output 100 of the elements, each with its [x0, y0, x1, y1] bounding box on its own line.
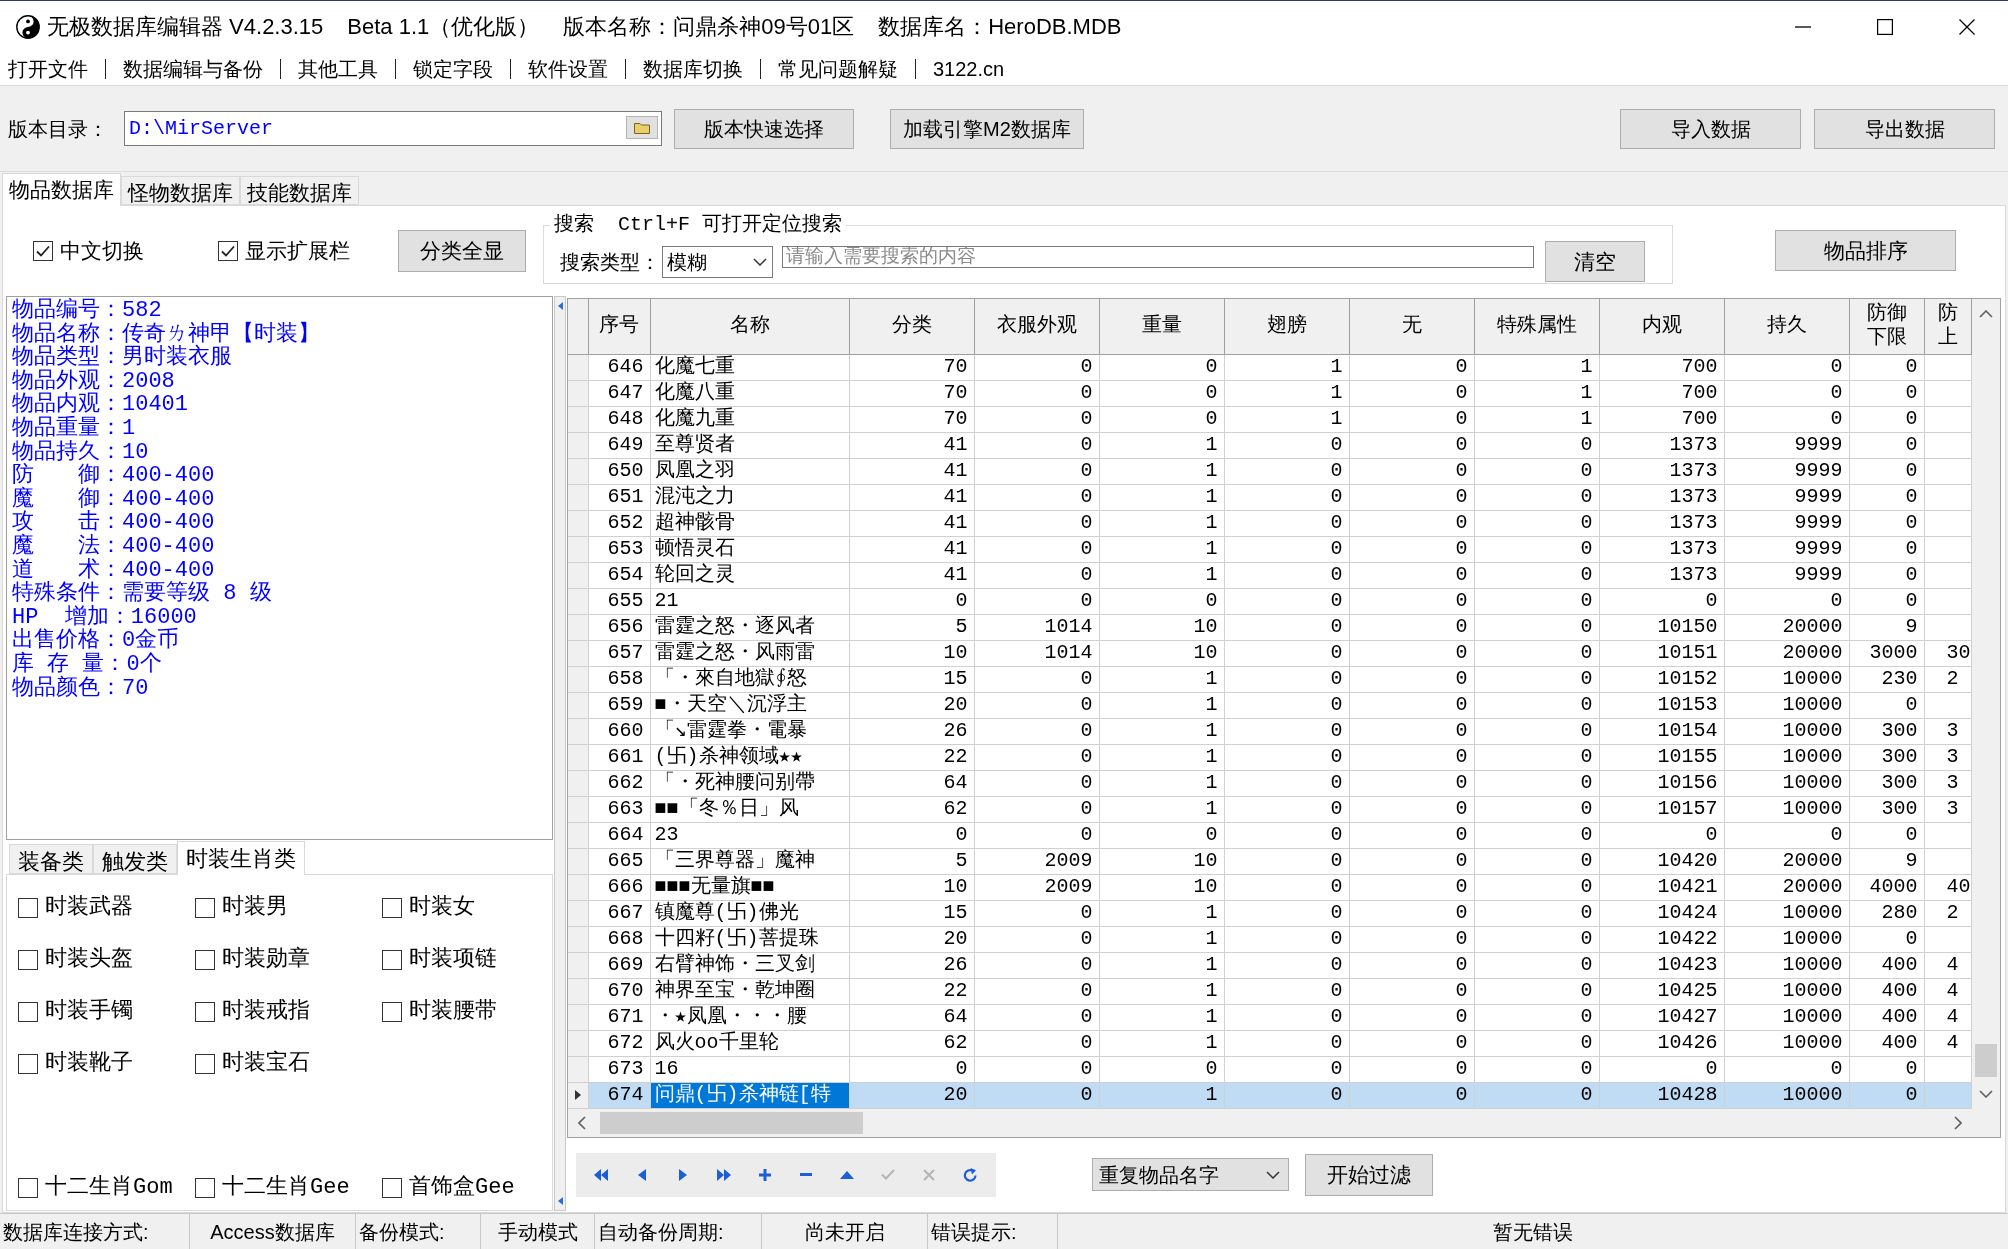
- column-header[interactable]: 特殊属性: [1474, 299, 1599, 354]
- button[interactable]: 加载引擎M2数据库: [890, 108, 1084, 149]
- left-arrow-icon[interactable]: [637, 1168, 646, 1181]
- table-row[interactable]: 646 化魔七重 70 0 0 1 0 1 700 0 0: [568, 354, 1972, 380]
- scrollbar-thumb[interactable]: [1975, 1044, 1997, 1077]
- double-right-arrow-icon[interactable]: [716, 1168, 731, 1181]
- plus-icon[interactable]: [758, 1168, 771, 1181]
- table-row[interactable]: 649 至尊贤者 41 0 1 0 0 0 1373 9999 0: [568, 432, 1972, 458]
- checkbox[interactable]: 时装女: [382, 891, 475, 924]
- column-header[interactable]: 翅膀: [1224, 299, 1349, 354]
- menu-item[interactable]: 常见问题解疑: [778, 53, 898, 84]
- checkbox[interactable]: 时装武器: [18, 891, 133, 924]
- column-header[interactable]: 防御下限: [1849, 299, 1924, 354]
- checkbox[interactable]: 时装项链: [382, 943, 497, 976]
- column-header[interactable]: 衣服外观: [974, 299, 1099, 354]
- browse-button[interactable]: [626, 116, 658, 139]
- table-row[interactable]: 660 「↘雷霆拳・電暴 26 0 1 0 0 0 10154 10000 300 3: [568, 718, 1972, 744]
- column-header[interactable]: 序号: [588, 299, 650, 354]
- button[interactable]: 导入数据: [1620, 108, 1801, 149]
- search-type-dropdown[interactable]: 模糊: [662, 245, 773, 278]
- scrollbar-thumb[interactable]: [600, 1112, 863, 1134]
- path-field[interactable]: D:\MirServer: [124, 111, 662, 146]
- table-row[interactable]: 648 化魔九重 70 0 0 1 0 1 700 0 0: [568, 406, 1972, 432]
- close-icon[interactable]: [1959, 18, 1975, 35]
- left-chevron-icon[interactable]: [578, 1116, 586, 1130]
- tab[interactable]: 技能数据库: [240, 176, 359, 205]
- column-header[interactable]: 持久: [1724, 299, 1849, 354]
- table-row[interactable]: 663 ■■「冬％日」风 62 0 1 0 0 0 10157 10000 300 3: [568, 796, 1972, 822]
- table-row[interactable]: 667 镇魔尊(卐)佛光 15 0 1 0 0 0 10424 10000 280 2: [568, 900, 1972, 926]
- tab[interactable]: 怪物数据库: [121, 176, 240, 205]
- menu-item[interactable]: 软件设置: [528, 53, 608, 84]
- double-left-arrow-icon[interactable]: [593, 1168, 608, 1181]
- button[interactable]: 导出数据: [1814, 108, 1995, 149]
- table-row[interactable]: 664 23 0 0 0 0 0 0 0 0 0: [568, 822, 1972, 848]
- column-header[interactable]: 名称: [650, 299, 849, 354]
- table-row[interactable]: 668 十四籽(卐)菩提珠 20 0 1 0 0 0 10422 10000 0: [568, 926, 1972, 952]
- table-row[interactable]: 670 神界至宝・乾坤圈 22 0 1 0 0 0 10425 10000 400 4: [568, 978, 1972, 1004]
- button[interactable]: 物品排序: [1775, 230, 1956, 271]
- checkbox[interactable]: 中文切换: [33, 234, 144, 267]
- menu-item[interactable]: 数据库切换: [643, 53, 743, 84]
- table-row[interactable]: 657 雷霆之怒・风雨雷 10 1014 10 0 0 0 10151 20000 3000 30: [568, 640, 1972, 666]
- table-row[interactable]: 658 「・來自地獄∮怒 15 0 1 0 0 0 10152 10000 230 2: [568, 666, 1972, 692]
- table-row[interactable]: 671 ・★凤凰・・・腰 64 0 1 0 0 0 10427 10000 400 4: [568, 1004, 1972, 1030]
- up-chevron-icon[interactable]: [1979, 310, 1993, 318]
- table-row[interactable]: 650 凤凰之羽 41 0 1 0 0 0 1373 9999 0: [568, 458, 1972, 484]
- table-row[interactable]: 666 ■■■无量旗■■ 10 2009 10 0 0 0 10421 20000 4000 40: [568, 874, 1972, 900]
- refresh-icon[interactable]: [962, 1167, 977, 1182]
- tab[interactable]: 时装生肖类: [177, 841, 305, 875]
- table-row[interactable]: 674 问鼎(卐)杀神链[特 20 0 1 0 0 0 10428 10000 0: [568, 1082, 1972, 1108]
- table-row[interactable]: 656 雷霆之怒・逐风者 5 1014 10 0 0 0 10150 20000 9: [568, 614, 1972, 640]
- menu-item[interactable]: 打开文件: [8, 53, 88, 84]
- checkbox[interactable]: 时装腰带: [382, 995, 497, 1028]
- table-row[interactable]: 673 16 0 0 0 0 0 0 0 0 0: [568, 1056, 1972, 1082]
- minimize-icon[interactable]: [1795, 25, 1811, 28]
- table-row[interactable]: 665 「三界尊器」魔神 5 2009 10 0 0 0 10420 20000 9: [568, 848, 1972, 874]
- checkbox[interactable]: 显示扩展栏: [218, 234, 350, 267]
- button[interactable]: 分类全显: [398, 229, 526, 272]
- checkbox[interactable]: 首饰盒Gee: [382, 1171, 515, 1204]
- maximize-icon[interactable]: [1877, 18, 1893, 35]
- column-header[interactable]: 内观: [1599, 299, 1724, 354]
- column-header[interactable]: 无: [1349, 299, 1474, 354]
- menu-item[interactable]: 数据编辑与备份: [123, 53, 263, 84]
- checkbox[interactable]: 时装手镯: [18, 995, 133, 1028]
- table-row[interactable]: 661 (卐)杀神领域★★ 22 0 1 0 0 0 10155 10000 300 3: [568, 744, 1972, 770]
- table-row[interactable]: 652 超神骸骨 41 0 1 0 0 0 1373 9999 0: [568, 510, 1972, 536]
- checkbox[interactable]: 时装宝石: [195, 1047, 310, 1080]
- button[interactable]: 版本快速选择: [674, 108, 854, 149]
- table-row[interactable]: 672 风火oo千里轮 62 0 1 0 0 0 10426 10000 400 4: [568, 1030, 1972, 1056]
- checkbox[interactable]: 时装男: [195, 891, 288, 924]
- checkbox[interactable]: 时装靴子: [18, 1047, 133, 1080]
- down-chevron-icon[interactable]: [1979, 1090, 1993, 1098]
- search-field[interactable]: 请输入需要搜索的内容: [782, 245, 1534, 268]
- tab[interactable]: 装备类: [9, 844, 93, 874]
- checkbox[interactable]: 时装勋章: [195, 943, 310, 976]
- table-row[interactable]: 653 顿悟灵石 41 0 1 0 0 0 1373 9999 0: [568, 536, 1972, 562]
- tab[interactable]: 物品数据库: [2, 173, 121, 206]
- menu-item[interactable]: 其他工具: [298, 53, 378, 84]
- column-header[interactable]: 重量: [1099, 299, 1224, 354]
- table-row[interactable]: 651 混沌之力 41 0 1 0 0 0 1373 9999 0: [568, 484, 1972, 510]
- column-header[interactable]: 防上: [1924, 299, 1972, 354]
- table-row[interactable]: 662 「・死神腰问别帶 64 0 1 0 0 0 10156 10000 300 3: [568, 770, 1972, 796]
- column-header[interactable]: 分类: [849, 299, 974, 354]
- tab[interactable]: 触发类: [93, 844, 177, 874]
- menu-item[interactable]: 3122.cn: [933, 53, 1005, 84]
- right-arrow-icon[interactable]: [678, 1168, 687, 1181]
- table-row[interactable]: 654 轮回之灵 41 0 1 0 0 0 1373 9999 0: [568, 562, 1972, 588]
- button[interactable]: 开始过滤: [1305, 1153, 1433, 1196]
- table-row[interactable]: 659 ■・天空＼沉浮主 20 0 1 0 0 0 10153 10000 0: [568, 692, 1972, 718]
- table-row[interactable]: 647 化魔八重 70 0 0 1 0 1 700 0 0: [568, 380, 1972, 406]
- checkbox[interactable]: 时装戒指: [195, 995, 310, 1028]
- checkbox[interactable]: 十二生肖Gee: [195, 1171, 350, 1204]
- button[interactable]: 清空: [1545, 241, 1645, 282]
- checkbox[interactable]: 十二生肖Gom: [18, 1171, 173, 1204]
- right-chevron-icon[interactable]: [1954, 1116, 1962, 1130]
- left-triangle-icon[interactable]: [557, 302, 563, 310]
- filter-dropdown[interactable]: 重复物品名字: [1092, 1158, 1289, 1191]
- checkbox[interactable]: 时装头盔: [18, 943, 133, 976]
- table-row[interactable]: 655 21 0 0 0 0 0 0 0 0 0: [568, 588, 1972, 614]
- minus-icon[interactable]: [799, 1173, 812, 1176]
- left-triangle-icon[interactable]: [557, 1197, 563, 1205]
